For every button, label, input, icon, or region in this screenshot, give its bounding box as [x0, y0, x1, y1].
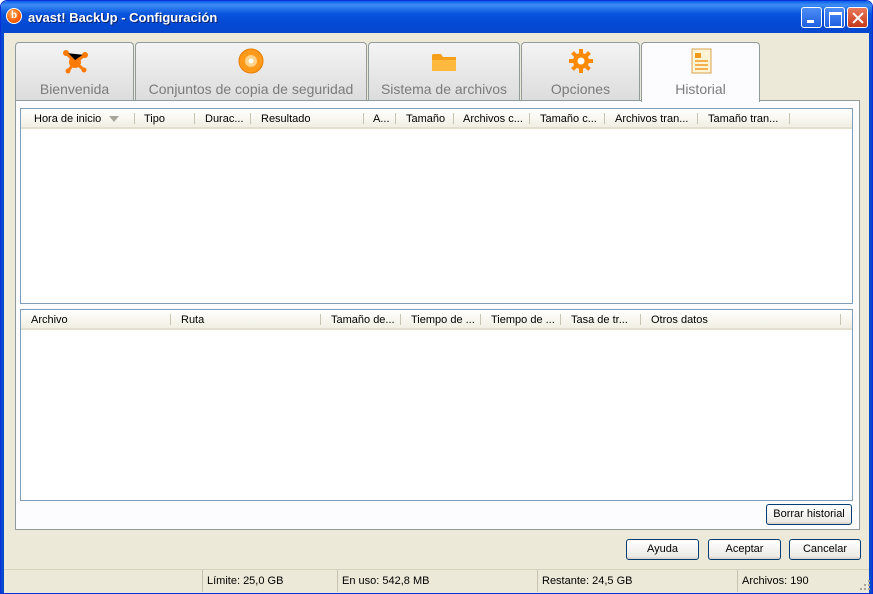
- window-frame-left: [1, 33, 4, 593]
- title-bar[interactable]: b avast! BackUp - Configuración: [1, 1, 872, 33]
- status-in-use: En uso: 542,8 MB: [337, 570, 536, 592]
- history-list[interactable]: Hora de inicio Tipo Durac... Resultado A…: [20, 108, 853, 304]
- tab-label: Sistema de archivos: [380, 81, 508, 97]
- main-window: b avast! BackUp - Configuración Bienveni…: [0, 0, 873, 594]
- column-header[interactable]: Otros datos: [641, 310, 841, 329]
- column-header[interactable]: Archivo: [21, 310, 171, 329]
- files-list-header: Archivo Ruta Tamaño de... Tiempo de ... …: [21, 310, 852, 330]
- tab-bienvenida[interactable]: Bienvenida: [15, 42, 134, 101]
- tab-sistema-archivos[interactable]: Sistema de archivos: [368, 42, 520, 101]
- tab-conjuntos[interactable]: Conjuntos de copia de seguridad: [135, 42, 367, 101]
- minimize-button[interactable]: [801, 7, 822, 28]
- column-header[interactable]: Hora de inicio: [22, 109, 135, 128]
- status-limit: Límite: 25,0 GB: [202, 570, 336, 592]
- history-list-icon: [691, 48, 711, 74]
- column-header[interactable]: Tamaño c...: [530, 109, 605, 128]
- tab-label: Opciones: [550, 81, 611, 97]
- resize-grip-icon[interactable]: [859, 579, 871, 591]
- column-header[interactable]: Tiempo de ...: [401, 310, 481, 329]
- cancel-button[interactable]: Cancelar: [789, 539, 861, 560]
- tab-label: Conjuntos de copia de seguridad: [148, 81, 354, 97]
- status-remaining: Restante: 24,5 GB: [537, 570, 736, 592]
- avast-b-icon[interactable]: b: [6, 8, 22, 24]
- accept-button[interactable]: Aceptar: [708, 539, 781, 560]
- column-header[interactable]: Tamaño tran...: [698, 109, 790, 128]
- column-header[interactable]: Archivos tran...: [605, 109, 698, 128]
- history-list-header: Hora de inicio Tipo Durac... Resultado A…: [21, 109, 852, 129]
- clear-history-button[interactable]: Borrar historial: [766, 504, 852, 525]
- files-list[interactable]: Archivo Ruta Tamaño de... Tiempo de ... …: [20, 309, 853, 501]
- window-title: avast! BackUp - Configuración: [28, 10, 218, 25]
- column-header[interactable]: Tipo: [134, 109, 195, 128]
- status-files: Archivos: 190: [737, 570, 855, 592]
- status-empty-cell: [4, 570, 200, 592]
- column-header[interactable]: Durac...: [195, 109, 251, 128]
- maximize-button[interactable]: [824, 7, 845, 28]
- column-header[interactable]: Tamaño de...: [321, 310, 401, 329]
- tab-historial[interactable]: Historial: [641, 42, 760, 102]
- sort-descending-icon: [109, 116, 120, 123]
- gear-icon: [568, 49, 593, 73]
- tab-label: Bienvenida: [39, 81, 110, 97]
- status-bar: Límite: 25,0 GB En uso: 542,8 MB Restant…: [4, 569, 871, 593]
- column-header[interactable]: A...: [363, 109, 396, 128]
- column-header[interactable]: Archivos c...: [453, 109, 530, 128]
- tab-label: Historial: [675, 81, 726, 97]
- close-button[interactable]: [847, 7, 868, 28]
- window-frame-right: [869, 33, 872, 593]
- column-header[interactable]: Tasa de tr...: [561, 310, 641, 329]
- column-header[interactable]: Ruta: [171, 310, 321, 329]
- column-header[interactable]: Tamaño: [396, 109, 454, 128]
- column-header[interactable]: Resultado: [251, 109, 364, 128]
- avast-splash-icon: [62, 50, 88, 74]
- disc-icon: [238, 48, 264, 74]
- help-button[interactable]: Ayuda: [626, 539, 699, 560]
- column-header[interactable]: Tiempo de ...: [481, 310, 561, 329]
- tab-opciones[interactable]: Opciones: [521, 42, 640, 101]
- folder-icon: [432, 54, 456, 71]
